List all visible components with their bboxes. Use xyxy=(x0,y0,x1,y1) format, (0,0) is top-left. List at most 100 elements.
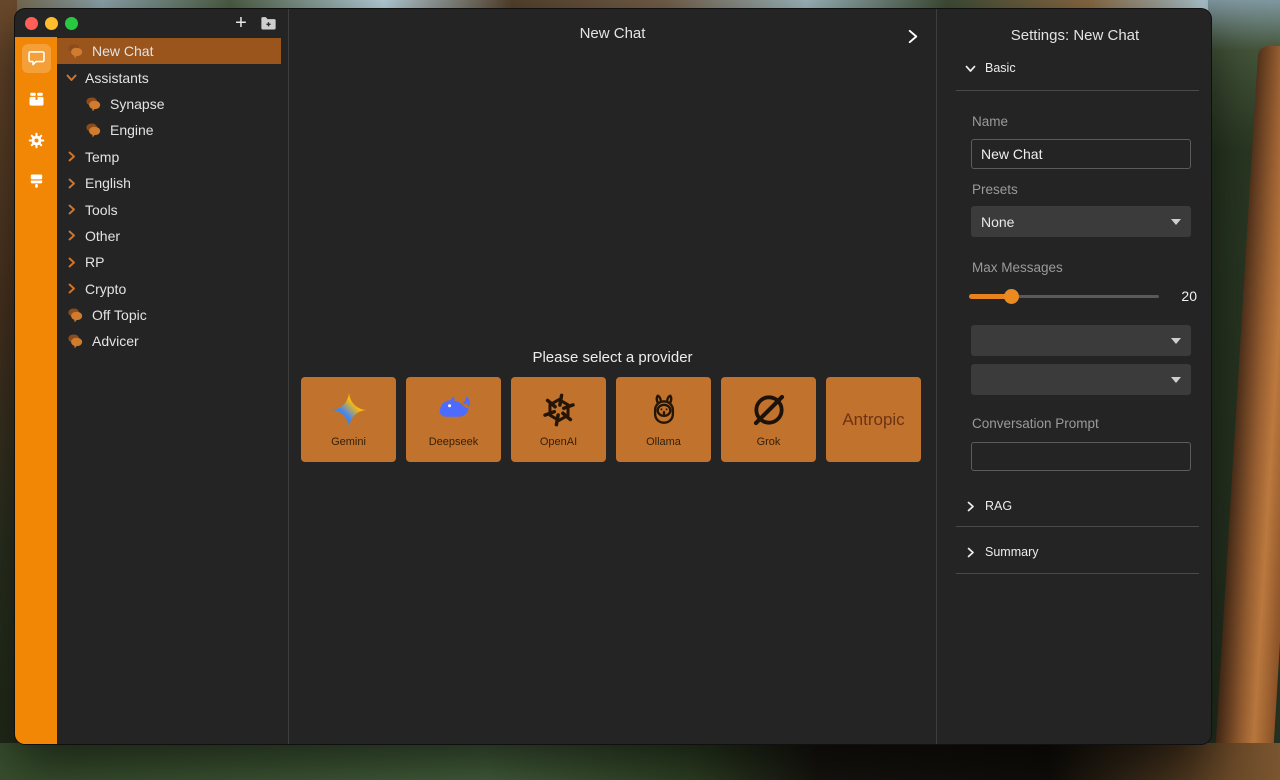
sidebar-item[interactable]: English xyxy=(57,170,281,196)
sidebar-item[interactable]: Advicer xyxy=(57,328,281,354)
themes-nav-button[interactable] xyxy=(22,167,51,196)
chevron-right-icon xyxy=(964,546,977,559)
sidebar-item[interactable]: RP xyxy=(57,249,281,275)
name-label: Name xyxy=(972,114,1212,129)
chevron-down-icon xyxy=(964,62,977,75)
provider-card[interactable]: OpenAI xyxy=(511,377,606,462)
main-panel: New Chat Please select a provider xyxy=(289,9,936,744)
sidebar-item-label: Synapse xyxy=(110,96,164,112)
presets-select[interactable]: None xyxy=(971,206,1191,237)
presets-value: None xyxy=(981,214,1014,230)
sidebar-item[interactable]: Synapse xyxy=(57,91,281,117)
storage-nav-button[interactable] xyxy=(22,85,51,114)
max-messages-row: 20 xyxy=(969,288,1197,304)
chevron-right-icon xyxy=(964,500,977,513)
chevron-right-icon xyxy=(65,150,78,163)
caret-down-icon xyxy=(1171,377,1181,383)
chevron-right-icon xyxy=(65,229,78,242)
model-select-1[interactable] xyxy=(971,325,1191,356)
sidebar-item[interactable]: Assistants xyxy=(57,64,281,90)
openai-icon xyxy=(540,391,578,429)
sidebar-item-label: Tools xyxy=(85,202,118,218)
brush-icon xyxy=(26,171,47,192)
settings-nav-button[interactable] xyxy=(22,126,51,155)
sidebar-item-label: English xyxy=(85,175,131,191)
divider xyxy=(956,573,1199,574)
chevron-right-icon xyxy=(65,177,78,190)
sidebar-item-label: Advicer xyxy=(92,333,139,349)
chevron-right-icon xyxy=(65,203,78,216)
provider-card[interactable]: Antropic xyxy=(826,377,921,462)
section-basic[interactable]: Basic xyxy=(937,61,1212,75)
app-window: + xyxy=(14,8,1212,745)
panel-collapse-chevron-icon[interactable] xyxy=(904,28,921,45)
ollama-icon xyxy=(645,391,683,429)
divider xyxy=(956,90,1199,91)
sidebar-item-label: Engine xyxy=(110,122,154,138)
gemini-icon xyxy=(330,391,368,429)
chat-bubbles-icon xyxy=(65,307,85,324)
window-controls xyxy=(25,17,78,30)
provider-card[interactable]: Grok xyxy=(721,377,816,462)
sidebar-item-label: Crypto xyxy=(85,281,126,297)
chat-bubbles-icon xyxy=(83,95,103,112)
provider-label: Grok xyxy=(757,436,781,448)
sidebar: New Chat Assistants xyxy=(57,37,288,744)
sidebar-item-label: Assistants xyxy=(85,70,149,86)
sidebar-item-label: RP xyxy=(85,254,104,270)
sidebar-item-label: Temp xyxy=(85,149,119,165)
model-select-2[interactable] xyxy=(971,364,1191,395)
sidebar-item[interactable]: New Chat xyxy=(57,38,281,64)
presets-label: Presets xyxy=(972,182,1212,197)
sidebar-item-label: New Chat xyxy=(92,43,153,59)
divider xyxy=(956,526,1199,527)
chat-bubble-icon xyxy=(26,48,47,69)
sidebar-item[interactable]: Crypto xyxy=(57,276,281,302)
titlebar-actions: + xyxy=(232,14,278,33)
folder-plus-icon[interactable] xyxy=(259,14,278,33)
chevron-right-icon xyxy=(65,256,78,269)
conversation-prompt-label: Conversation Prompt xyxy=(972,416,1212,431)
chat-bubbles-icon xyxy=(83,122,103,139)
max-messages-slider[interactable] xyxy=(969,289,1159,304)
name-value: New Chat xyxy=(981,146,1042,162)
sidebar-item[interactable]: Engine xyxy=(57,117,281,143)
deepseek-icon xyxy=(435,391,473,429)
provider-label: Ollama xyxy=(646,436,681,448)
slider-thumb[interactable] xyxy=(1004,289,1019,304)
chat-title: New Chat xyxy=(289,25,936,42)
sidebar-item[interactable]: Other xyxy=(57,223,281,249)
provider-card[interactable]: Gemini xyxy=(301,377,396,462)
sidebar-item[interactable]: Tools xyxy=(57,196,281,222)
wallpaper-foliage xyxy=(0,743,1280,780)
name-input[interactable]: New Chat xyxy=(971,139,1191,169)
provider-list: Gemini xyxy=(301,377,921,462)
chat-bubbles-icon xyxy=(65,333,85,350)
sidebar-item[interactable]: Off Topic xyxy=(57,302,281,328)
provider-label: OpenAI xyxy=(540,436,577,448)
conversation-prompt-input[interactable] xyxy=(971,442,1191,471)
max-messages-label: Max Messages xyxy=(972,260,1212,275)
sidebar-item[interactable]: Temp xyxy=(57,144,281,170)
chevron-right-icon xyxy=(65,282,78,295)
provider-card[interactable]: Deepseek xyxy=(406,377,501,462)
section-summary-label: Summary xyxy=(985,545,1038,559)
chats-nav-button[interactable] xyxy=(22,44,51,73)
plus-icon[interactable]: + xyxy=(232,14,250,32)
section-rag-label: RAG xyxy=(985,499,1012,513)
provider-label: Gemini xyxy=(331,436,366,448)
gear-icon xyxy=(26,130,47,151)
provider-card[interactable]: Ollama xyxy=(616,377,711,462)
caret-down-icon xyxy=(1171,338,1181,344)
close-button[interactable] xyxy=(25,17,38,30)
zoom-button[interactable] xyxy=(65,17,78,30)
section-summary[interactable]: Summary xyxy=(937,545,1212,559)
section-basic-label: Basic xyxy=(985,61,1016,75)
sidebar-item-label: Off Topic xyxy=(92,307,147,323)
minimize-button[interactable] xyxy=(45,17,58,30)
settings-title: Settings: New Chat xyxy=(937,27,1212,44)
grok-icon xyxy=(750,391,788,429)
section-rag[interactable]: RAG xyxy=(937,499,1212,513)
icon-rail xyxy=(15,37,57,744)
chat-bubbles-icon xyxy=(65,43,85,60)
